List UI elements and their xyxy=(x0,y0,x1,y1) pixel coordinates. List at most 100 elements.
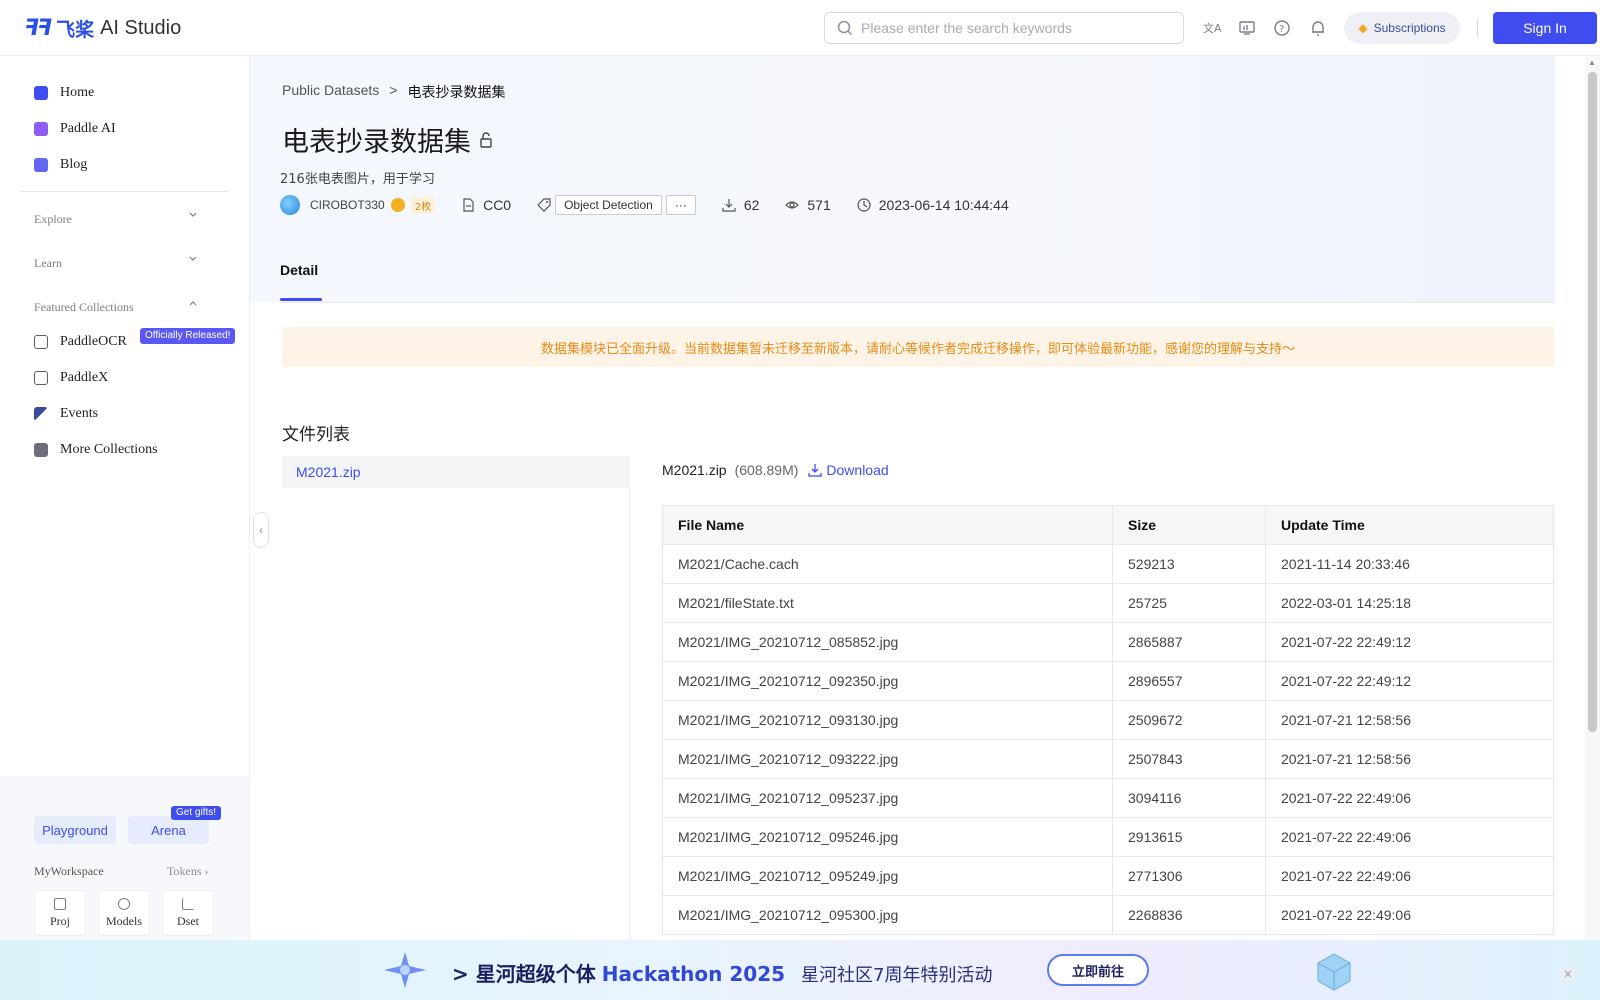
chevron-down-icon[interactable] xyxy=(188,210,198,220)
sidebar-item-label: Events xyxy=(60,406,99,421)
eye-icon xyxy=(785,201,800,209)
file-size-cell: 2896557 xyxy=(1112,661,1266,701)
chevron-right-icon: › xyxy=(204,864,209,878)
sidebar-item-paddle-ai[interactable]: Paddle AI xyxy=(34,117,116,141)
download-link[interactable]: Download xyxy=(808,462,889,478)
tag-icon xyxy=(537,198,551,212)
banner-subtitle: 星河社区7周年特别活动 xyxy=(801,965,993,986)
banner-go-button[interactable]: 立即前往 xyxy=(1047,954,1149,986)
sidebar-item-label: Blog xyxy=(60,157,88,172)
section-learn[interactable]: Learn xyxy=(34,256,62,271)
playground-button[interactable]: Playground xyxy=(34,816,116,844)
file-size-cell: 2913615 xyxy=(1112,817,1266,857)
header-divider xyxy=(1477,18,1478,38)
scrollbar-thumb[interactable] xyxy=(1588,72,1597,732)
more-tags-button[interactable]: ··· xyxy=(665,195,696,215)
chevron-down-icon[interactable] xyxy=(188,254,198,264)
workspace-card-projects[interactable]: Proj xyxy=(34,890,86,936)
gifts-badge: Get gifts! xyxy=(171,806,222,820)
table-header-row: File Name Size Update Time xyxy=(662,505,1554,545)
section-explore[interactable]: Explore xyxy=(34,212,72,227)
help-icon[interactable]: ? xyxy=(1272,18,1292,38)
svg-text:文A: 文A xyxy=(1203,21,1221,35)
breadcrumb: Public Datasets > 电表抄录数据集 xyxy=(282,82,505,102)
sidebar-item-more-collections[interactable]: More Collections xyxy=(34,438,158,462)
banner-headline: > 星河超级个体 Hackathon 2025 星河社区7周年特别活动 xyxy=(452,958,992,987)
chevron-up-icon[interactable] xyxy=(188,298,198,308)
category-tag[interactable]: Object Detection xyxy=(555,195,662,215)
sidebar-item-label: Paddle AI xyxy=(60,121,116,136)
file-size-cell: 529213 xyxy=(1112,544,1266,584)
file-name-cell: M2021/IMG_20210712_095246.jpg xyxy=(662,817,1113,857)
translate-icon[interactable]: 文A xyxy=(1201,18,1221,38)
sidebar-item-label: More Collections xyxy=(60,442,158,457)
file-item-selected[interactable]: M2021.zip xyxy=(282,456,630,488)
workspace-card-models[interactable]: Models xyxy=(98,890,150,936)
sidebar-item-label: PaddleOCR xyxy=(60,334,127,349)
download-label: Download xyxy=(826,462,889,478)
column-header-file-name: File Name xyxy=(662,505,1113,545)
file-size-cell: 2865887 xyxy=(1112,622,1266,662)
file-time-cell: 2021-07-22 22:49:06 xyxy=(1265,778,1554,818)
table-row: M2021/IMG_20210712_095246.jpg 2913615 2021… xyxy=(662,817,1554,857)
sidebar-item-events[interactable]: Events xyxy=(34,402,98,426)
sidebar-item-label: PaddleX xyxy=(60,370,109,385)
search-box[interactable] xyxy=(824,12,1184,44)
cube-icon xyxy=(118,897,130,910)
table-row: M2021/IMG_20210712_095237.jpg 3094116 2021… xyxy=(662,778,1554,818)
avatar[interactable] xyxy=(280,195,300,215)
file-time-cell: 2021-07-21 12:58:56 xyxy=(1265,700,1554,740)
bell-icon[interactable] xyxy=(1308,18,1328,38)
console-icon[interactable] xyxy=(1237,18,1257,38)
sign-in-button[interactable]: Sign In xyxy=(1493,12,1597,44)
sidebar-item-blog[interactable]: Blog xyxy=(34,153,87,177)
star-icon xyxy=(384,952,426,988)
table-row: M2021/IMG_20210712_092350.jpg 2896557 2021… xyxy=(662,661,1554,701)
subscriptions-button[interactable]: ◆ Subscriptions xyxy=(1344,12,1460,44)
tokens-link[interactable]: Tokens › xyxy=(167,864,209,879)
section-featured-collections[interactable]: Featured Collections xyxy=(34,300,134,315)
file-name-cell: M2021/IMG_20210712_085852.jpg xyxy=(662,622,1113,662)
blog-icon xyxy=(34,158,48,172)
tab-detail[interactable]: Detail xyxy=(280,262,318,278)
paddle-ai-icon xyxy=(34,122,48,136)
dataset-title: 电表抄录数据集 xyxy=(282,127,471,158)
file-time-cell: 2021-11-14 20:33:46 xyxy=(1265,544,1554,584)
file-list-title: 文件列表 xyxy=(282,425,350,445)
sidebar-divider xyxy=(20,191,230,192)
selected-file-size: (608.89M) xyxy=(734,462,799,478)
workspace-label: MyWorkspace xyxy=(34,864,104,878)
selected-file-info: M2021.zip (608.89M) Download xyxy=(662,462,889,478)
logo-cn-text: 飞桨 xyxy=(56,19,95,41)
top-header: ꟻꟻ 飞桨 AI Studio 文A ? ◆ Subscriptions Sig… xyxy=(0,0,1600,56)
search-input[interactable] xyxy=(861,20,1161,36)
author-name[interactable]: CIROBOT330 xyxy=(310,198,385,212)
released-badge: Officially Released! xyxy=(140,328,236,344)
table-row: M2021/IMG_20210712_095300.jpg 2268836 2021… xyxy=(662,895,1554,935)
sidebar-item-paddleocr[interactable]: PaddleOCR xyxy=(34,330,127,354)
file-name-cell: M2021/IMG_20210712_092350.jpg xyxy=(662,661,1113,701)
banner-close-icon[interactable]: ✕ xyxy=(1560,966,1576,982)
breadcrumb-separator: > xyxy=(389,82,398,98)
table-row: M2021/IMG_20210712_093222.jpg 2507843 2021… xyxy=(662,739,1554,779)
folder-icon xyxy=(54,897,66,910)
home-icon xyxy=(34,86,48,100)
table-row: M2021/fileState.txt 25725 2022-03-01 14:25… xyxy=(662,583,1554,623)
workspace-card-datasets[interactable]: Dset xyxy=(162,890,214,936)
breadcrumb-parent-link[interactable]: Public Datasets xyxy=(282,82,379,102)
migration-notice: 数据集模块已全面升级。当前数据集暂未迁移至新版本，请耐心等候作者完成迁移操作，即… xyxy=(282,327,1554,367)
column-header-update-time: Update Time xyxy=(1265,505,1554,545)
file-name-cell: M2021/fileState.txt xyxy=(662,583,1113,623)
sidebar-item-home[interactable]: Home xyxy=(34,81,94,105)
arena-button[interactable]: Arena xyxy=(128,816,209,844)
file-size-cell: 2509672 xyxy=(1112,700,1266,740)
file-name-cell: M2021/Cache.cach xyxy=(662,544,1113,584)
download-icon xyxy=(722,199,736,212)
clock-icon xyxy=(857,198,871,212)
sidebar-item-paddlex[interactable]: PaddleX xyxy=(34,366,108,390)
site-logo[interactable]: ꟻꟻ 飞桨 AI Studio xyxy=(24,14,181,42)
scroll-up-icon[interactable]: ▲ xyxy=(1588,58,1596,67)
file-time-cell: 2021-07-22 22:49:12 xyxy=(1265,622,1554,662)
file-time-cell: 2021-07-22 22:49:06 xyxy=(1265,856,1554,896)
table-row: M2021/IMG_20210712_085852.jpg 2865887 2021… xyxy=(662,622,1554,662)
